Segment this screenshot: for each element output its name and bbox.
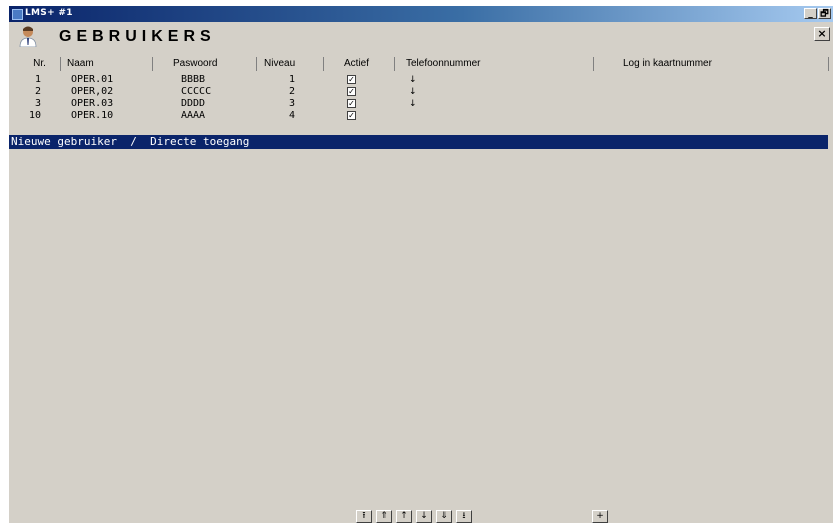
last-record-button[interactable]: ⭳ <box>456 510 472 523</box>
cell-nr: 2 <box>35 86 42 97</box>
title-bar[interactable]: LMS+ #1 _ 🗗 <box>9 6 833 22</box>
window-title: LMS+ #1 <box>25 8 73 18</box>
page-up-button[interactable]: ⇑ <box>376 510 392 523</box>
col-header-actief[interactable]: Actief <box>342 57 395 71</box>
new-user-bar[interactable]: Nieuwe gebruiker / Directe toegang <box>9 135 828 149</box>
page-down-button[interactable]: ⇓ <box>436 510 452 523</box>
cell-naam: OPER.01 <box>71 74 114 85</box>
row-down-button[interactable]: ↓ <box>416 510 432 523</box>
cell-niveau: 2 <box>289 86 296 97</box>
phone-arrow-icon[interactable]: ↓ <box>409 74 417 86</box>
col-header-nr[interactable]: Nr. <box>19 57 61 71</box>
table-row[interactable]: 2 OPER,02 CCCCC 2 ✓ ↓ <box>9 86 833 98</box>
add-button[interactable]: + <box>592 510 608 523</box>
cell-naam: OPER,02 <box>71 86 114 97</box>
cell-nr: 3 <box>35 98 42 109</box>
first-record-button[interactable]: ⭱ <box>356 510 372 523</box>
phone-arrow-icon[interactable]: ↓ <box>409 86 417 98</box>
app-window: LMS+ #1 _ 🗗 × GEBRUIKERS Nr. Naam Paswoo… <box>9 6 833 523</box>
app-icon <box>12 9 23 20</box>
cell-naam: OPER.10 <box>71 110 114 121</box>
col-header-telefoonnummer[interactable]: Telefoonnummer <box>404 57 594 71</box>
close-button[interactable]: × <box>814 27 830 41</box>
row-up-button[interactable]: ↑ <box>396 510 412 523</box>
cell-niveau: 3 <box>289 98 296 109</box>
col-header-kaartnummer[interactable]: Log in kaartnummer <box>621 57 829 71</box>
cell-nr: 10 <box>29 110 42 121</box>
cell-naam: OPER.03 <box>71 98 114 109</box>
actief-checkbox[interactable]: ✓ <box>347 111 356 120</box>
cell-paswoord: DDDD <box>181 98 206 109</box>
cell-niveau: 1 <box>289 74 296 85</box>
col-header-paswoord[interactable]: Paswoord <box>171 57 257 71</box>
cell-paswoord: AAAA <box>181 110 206 121</box>
actief-checkbox[interactable]: ✓ <box>347 99 356 108</box>
cell-paswoord: BBBB <box>181 74 206 85</box>
actief-checkbox[interactable]: ✓ <box>347 87 356 96</box>
cell-niveau: 4 <box>289 110 296 121</box>
cell-nr: 1 <box>35 74 42 85</box>
phone-arrow-icon[interactable]: ↓ <box>409 98 417 110</box>
restore-button[interactable]: 🗗 <box>818 8 831 19</box>
page-title: GEBRUIKERS <box>59 28 216 45</box>
minimize-button[interactable]: _ <box>804 8 817 19</box>
actief-checkbox[interactable]: ✓ <box>347 75 356 84</box>
col-header-niveau[interactable]: Niveau <box>262 57 324 71</box>
user-icon <box>19 26 37 47</box>
table-row[interactable]: 3 OPER.03 DDDD 3 ✓ ↓ <box>9 98 833 110</box>
cell-paswoord: CCCCC <box>181 86 212 97</box>
col-header-naam[interactable]: Naam <box>65 57 153 71</box>
table-row[interactable]: 1 OPER.01 BBBB 1 ✓ ↓ <box>9 74 833 86</box>
table-row[interactable]: 10 OPER.10 AAAA 4 ✓ <box>9 110 833 122</box>
